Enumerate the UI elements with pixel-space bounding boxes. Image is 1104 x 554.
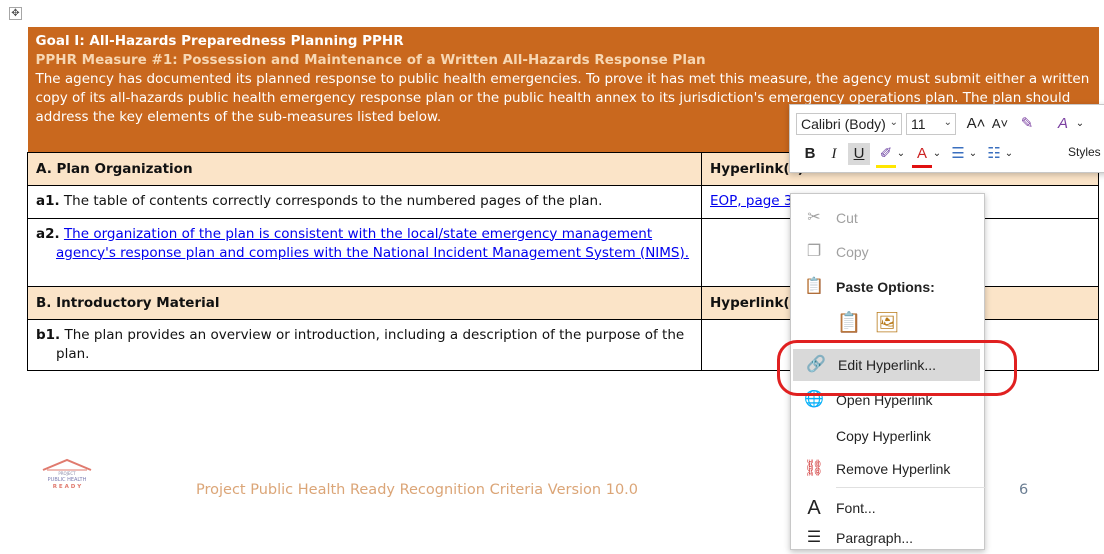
clipboard-icon: 📋 [804, 278, 824, 295]
logo-line-2: PUBLIC HEALTH [48, 477, 87, 483]
a1-cell: a1. The table of contents correctly corr… [27, 184, 702, 219]
pphr-logo: PROJECT PUBLIC HEALTH R E A D Y [37, 456, 97, 496]
logo-line-3: R E A D Y [53, 484, 82, 490]
grow-font-label: A˄ [966, 115, 986, 132]
menu-item-copy[interactable]: ❐ Copy [791, 236, 984, 268]
section-b-label: B. Introductory Material [27, 285, 702, 320]
chevron-down-icon[interactable]: ⌄ [932, 143, 942, 165]
menu-item-remove-hyperlink[interactable]: ⛓ Remove Hyperlink [791, 453, 984, 485]
underline-button[interactable]: U [848, 143, 870, 165]
font-icon: A [807, 497, 821, 519]
bullets-icon[interactable]: ☰ [948, 143, 968, 165]
chevron-down-icon[interactable]: ⌄ [1074, 113, 1086, 135]
page-number: 6 [1019, 482, 1029, 498]
paragraph-icon: ☰ [806, 529, 822, 546]
font-size-value: 11 [911, 116, 926, 132]
logo-line-1: PROJECT [58, 471, 76, 476]
scissors-icon: ✂ [807, 209, 821, 226]
paste-options-label: Paste Options: [836, 279, 935, 295]
chevron-down-icon[interactable]: ⌄ [1004, 143, 1014, 165]
a1-text: The table of contents correctly correspo… [59, 192, 603, 209]
shrink-font-label: A˅ [991, 116, 1009, 131]
eop-page-link[interactable]: EOP, page 3 [710, 193, 792, 209]
bold-button[interactable]: B [800, 143, 820, 165]
menu-item-label: Remove Hyperlink [836, 461, 951, 477]
menu-item-copy-hyperlink[interactable]: Copy Hyperlink [791, 420, 984, 452]
font-name-value: Calibri (Body) [801, 116, 886, 132]
menu-item-label: Copy [836, 244, 869, 260]
format-painter-icon[interactable]: ✎ [1016, 113, 1038, 135]
measure-subtitle: PPHR Measure #1: Possession and Maintena… [35, 52, 706, 68]
chevron-down-icon[interactable]: ⌄ [896, 143, 906, 165]
styles-button[interactable]: Styles [1068, 145, 1101, 159]
paste-picture-icon[interactable]: 🖼 [874, 310, 900, 336]
italic-button[interactable]: I [824, 143, 844, 165]
styles-pane-icon[interactable]: A [1052, 113, 1074, 135]
section-a-label: A. Plan Organization [27, 151, 702, 186]
grow-font-button[interactable]: A˄ [966, 113, 986, 135]
mini-format-toolbar: Calibri (Body) ⌄ 11 ⌄ A˄ A˅ ✎ A ⌄ B I U … [789, 104, 1104, 173]
menu-divider [836, 487, 986, 488]
shrink-font-button[interactable]: A˅ [990, 113, 1010, 135]
menu-item-paragraph[interactable]: ☰ Paragraph... [791, 522, 984, 554]
chevron-down-icon: ⌄ [889, 117, 898, 128]
font-color-icon[interactable]: A [912, 143, 932, 168]
font-size-dropdown[interactable]: 11 ⌄ [906, 113, 956, 135]
highlight-color-icon[interactable]: ✐ [876, 143, 896, 168]
font-name-dropdown[interactable]: Calibri (Body) ⌄ [796, 113, 902, 135]
a2-cell: a2. The organization of the plan is cons… [27, 217, 702, 287]
goal-title: Goal I: All-Hazards Preparedness Plannin… [35, 33, 404, 49]
chevron-down-icon: ⌄ [943, 117, 952, 128]
chevron-down-icon[interactable]: ⌄ [968, 143, 978, 165]
menu-item-label: Copy Hyperlink [836, 428, 931, 444]
paste-options-group: 📋 🖼 [836, 310, 908, 340]
b1-code: b1. [36, 326, 61, 343]
menu-item-label: Paragraph... [836, 530, 914, 546]
b1-cell: b1. The plan provides an overview or int… [27, 318, 702, 371]
remove-link-icon: ⛓ [803, 460, 825, 477]
menu-item-label: Font... [836, 500, 876, 516]
menu-item-cut[interactable]: ✂ Cut [791, 202, 984, 234]
menu-item-font[interactable]: A Font... [791, 492, 984, 524]
a1-code: a1. [36, 192, 60, 209]
highlight-annotation [777, 340, 1017, 396]
footer-text: Project Public Health Ready Recognition … [196, 482, 639, 498]
numbering-icon[interactable]: ☷ [984, 143, 1004, 165]
table-move-handle-icon[interactable]: ✥ [9, 7, 22, 20]
a2-code: a2. [36, 225, 60, 242]
b1-text: The plan provides an overview or introdu… [56, 326, 685, 362]
paste-keep-formatting-icon[interactable]: 📋 [836, 310, 862, 336]
copy-icon: ❐ [806, 243, 822, 260]
a2-link[interactable]: The organization of the plan is consiste… [56, 226, 689, 261]
menu-item-label: Cut [836, 210, 858, 226]
paste-options-heading: 📋 Paste Options: [791, 271, 984, 303]
